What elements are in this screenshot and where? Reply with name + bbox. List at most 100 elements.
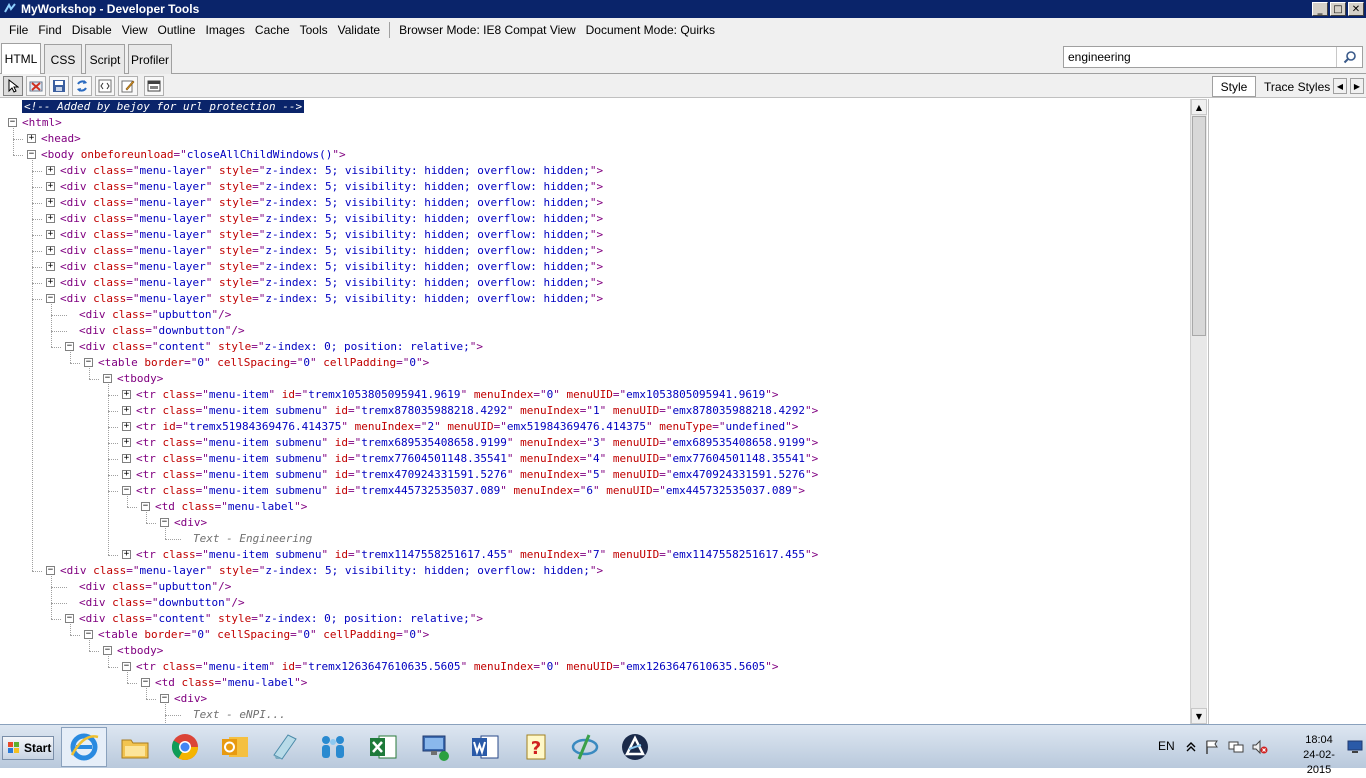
edit-button[interactable]	[118, 76, 138, 96]
tab-script[interactable]: Script	[85, 44, 125, 74]
menu-file[interactable]: File	[4, 23, 33, 37]
collapse-node-icon[interactable]: −	[46, 294, 55, 303]
show-desktop-button[interactable]	[1345, 727, 1365, 767]
menu-view[interactable]: View	[117, 23, 153, 37]
tree-guide	[70, 363, 80, 364]
vertical-scrollbar[interactable]: ▲ ▼	[1190, 99, 1207, 724]
expand-node-icon[interactable]: +	[122, 422, 131, 431]
scroll-down-button[interactable]: ▼	[1191, 708, 1207, 724]
taskbar-remote-desktop[interactable]	[412, 727, 458, 767]
save-button[interactable]	[49, 76, 69, 96]
expand-node-icon[interactable]: +	[46, 166, 55, 175]
markup-token: tremx1147558251617.455	[361, 548, 507, 561]
markup-token: 0	[303, 356, 310, 369]
tree-guide	[32, 187, 42, 188]
clear-button[interactable]	[26, 76, 46, 96]
scroll-tabs-right-button[interactable]: ▶	[1350, 78, 1364, 94]
expand-node-icon[interactable]: +	[46, 246, 55, 255]
language-indicator[interactable]: EN	[1158, 739, 1175, 753]
tray-action-center[interactable]	[1201, 727, 1223, 767]
expand-node-icon[interactable]: +	[27, 134, 36, 143]
expand-node-icon[interactable]: +	[46, 198, 55, 207]
markup-token: ="	[126, 196, 140, 209]
collapse-node-icon[interactable]: −	[8, 118, 17, 127]
collapse-node-icon[interactable]: −	[65, 342, 74, 351]
collapse-node-icon[interactable]: −	[84, 358, 93, 367]
expand-node-icon[interactable]: +	[122, 550, 131, 559]
node-markup: Text - eNPI...	[193, 707, 286, 723]
taskbar-vpn-client[interactable]	[562, 727, 608, 767]
taskbar-internet-explorer[interactable]	[61, 727, 107, 767]
menu-validate[interactable]: Validate	[333, 23, 385, 37]
expand-node-icon[interactable]: +	[122, 470, 131, 479]
tab-trace-styles[interactable]: Trace Styles	[1264, 77, 1330, 97]
expand-node-icon[interactable]: +	[46, 278, 55, 287]
expand-node-icon[interactable]: +	[122, 390, 131, 399]
expand-node-icon[interactable]: +	[46, 262, 55, 271]
collapse-node-icon[interactable]: −	[46, 566, 55, 575]
markup-token: ="	[214, 676, 228, 689]
taskbar-file-explorer[interactable]	[112, 727, 158, 767]
clock[interactable]: 18:04 24-02-2015	[1296, 733, 1342, 778]
collapse-node-icon[interactable]: −	[84, 630, 93, 639]
expand-node-icon[interactable]: +	[122, 454, 131, 463]
app-logo-icon	[622, 734, 648, 760]
menu-outline[interactable]: Outline	[153, 23, 201, 37]
close-button[interactable]: ✕	[1348, 2, 1364, 16]
collapse-node-icon[interactable]: −	[103, 646, 112, 655]
search-button[interactable]	[1336, 47, 1362, 67]
expand-node-icon[interactable]: +	[46, 230, 55, 239]
expand-node-icon[interactable]: +	[122, 438, 131, 447]
markup-token: ="	[252, 244, 266, 257]
taskbar-network-people[interactable]	[310, 727, 356, 767]
expand-node-icon[interactable]: +	[122, 406, 131, 415]
word-wrap-button[interactable]	[95, 76, 115, 96]
collapse-node-icon[interactable]: −	[103, 374, 112, 383]
scroll-thumb[interactable]	[1192, 116, 1206, 336]
select-element-button[interactable]	[3, 76, 23, 96]
collapse-node-icon[interactable]: −	[141, 678, 150, 687]
maximize-button[interactable]: □	[1330, 2, 1346, 16]
collapse-node-icon[interactable]: −	[141, 502, 150, 511]
taskbar-app-logo[interactable]	[612, 727, 658, 767]
show-hidden-icons-button[interactable]	[1183, 727, 1199, 767]
collapse-node-icon[interactable]: −	[160, 518, 169, 527]
menu-tools[interactable]: Tools	[295, 23, 333, 37]
start-button[interactable]: Start	[2, 736, 54, 760]
minimize-button[interactable]: _	[1312, 2, 1328, 16]
tab-css[interactable]: CSS	[44, 44, 82, 74]
collapse-node-icon[interactable]: −	[122, 486, 131, 495]
markup-token: ="	[579, 468, 594, 481]
scroll-tabs-left-button[interactable]: ◀	[1333, 78, 1347, 94]
tray-network[interactable]	[1225, 727, 1247, 767]
menu-find[interactable]: Find	[33, 23, 66, 37]
taskbar-notepad[interactable]	[261, 727, 307, 767]
expand-node-icon[interactable]: +	[46, 182, 55, 191]
menu-cache[interactable]: Cache	[250, 23, 295, 37]
menu-separator	[389, 22, 391, 38]
taskbar-help[interactable]: ?	[513, 727, 559, 767]
taskbar-excel[interactable]	[360, 727, 406, 767]
tray-volume[interactable]	[1249, 727, 1271, 767]
taskbar-word[interactable]	[462, 727, 508, 767]
collapse-node-icon[interactable]: −	[160, 694, 169, 703]
menu-images[interactable]: Images	[201, 23, 250, 37]
expand-node-icon[interactable]: +	[46, 214, 55, 223]
taskbar-chrome[interactable]	[162, 727, 208, 767]
taskbar-outlook[interactable]	[212, 727, 258, 767]
refresh-button[interactable]	[72, 76, 92, 96]
collapse-node-icon[interactable]: −	[122, 662, 131, 671]
menu-disable[interactable]: Disable	[67, 23, 117, 37]
markup-token: menu-item	[208, 660, 269, 673]
browser-mode-menu[interactable]: Browser Mode: IE8 Compat View	[394, 23, 581, 37]
search-input[interactable]	[1064, 47, 1336, 67]
collapse-node-icon[interactable]: −	[27, 150, 36, 159]
collapse-node-icon[interactable]: −	[65, 614, 74, 623]
document-mode-menu[interactable]: Document Mode: Quirks	[581, 23, 720, 37]
scroll-up-button[interactable]: ▲	[1191, 99, 1207, 115]
tab-style[interactable]: Style	[1212, 76, 1256, 97]
tab-html[interactable]: HTML	[1, 43, 41, 74]
tab-profiler[interactable]: Profiler	[128, 44, 172, 74]
markup-token: ="	[347, 436, 362, 449]
dom-view-button[interactable]	[144, 76, 164, 96]
